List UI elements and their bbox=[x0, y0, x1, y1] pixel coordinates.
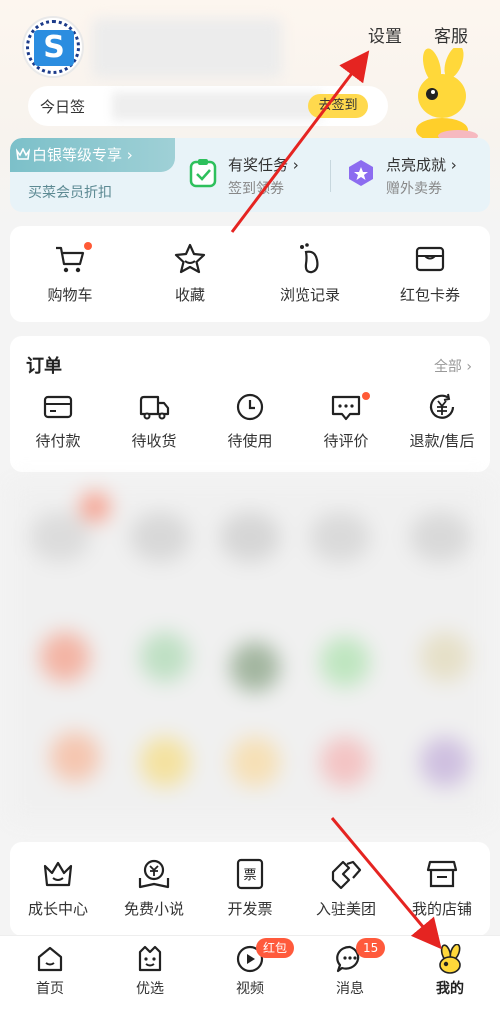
quick-item-label: 收藏 bbox=[174, 286, 205, 304]
video-redpacket-badge: 红包 bbox=[256, 938, 295, 958]
bottom-tab-bar: 首页 优选 红包 视频 15 消息 我的 bbox=[0, 935, 500, 1010]
service-item-label: 开发票 bbox=[227, 900, 273, 918]
checkin-text: 今日签 bbox=[40, 98, 86, 116]
checkin-blurred bbox=[112, 92, 322, 120]
achievements-title: 点亮成就 › bbox=[386, 156, 457, 174]
avatar[interactable]: S bbox=[22, 16, 84, 78]
order-item-label: 待收货 bbox=[131, 432, 177, 450]
select-icon bbox=[138, 945, 162, 972]
settings-link[interactable]: 设置 bbox=[368, 22, 402, 47]
services-card: 成长中心 免费小说 票 开发票 入驻美团 我的店铺 bbox=[10, 842, 490, 936]
svg-text:票: 票 bbox=[243, 868, 256, 883]
service-item-label: 我的店铺 bbox=[411, 900, 472, 918]
achievement-star-icon bbox=[349, 160, 373, 186]
free-novel-entry[interactable]: 免费小说 bbox=[106, 858, 202, 919]
refund-icon bbox=[429, 393, 455, 419]
quick-item-label: 浏览记录 bbox=[279, 286, 340, 304]
my-shop-entry[interactable]: 我的店铺 bbox=[394, 858, 490, 919]
mascot-kangaroo-icon bbox=[416, 48, 478, 142]
handshake-icon bbox=[331, 860, 362, 890]
order-item-label: 待付款 bbox=[35, 432, 81, 450]
review-red-dot bbox=[362, 392, 370, 400]
star-icon bbox=[174, 243, 206, 274]
service-item-label: 免费小说 bbox=[123, 900, 184, 918]
orders-title: 订单 bbox=[26, 356, 62, 377]
orders-all-link[interactable]: 全部 › bbox=[434, 356, 472, 376]
cart-red-dot bbox=[84, 242, 92, 250]
tab-select[interactable]: 优选 bbox=[100, 936, 200, 1010]
blurred-username bbox=[92, 18, 282, 78]
tab-label: 优选 bbox=[136, 981, 164, 997]
order-to-use[interactable]: 待使用 bbox=[202, 392, 298, 451]
vip-level-label: 白银等级专享 › bbox=[32, 146, 133, 164]
reward-tasks[interactable]: 有奖任务 › 签到领券 bbox=[186, 148, 326, 204]
coupon-icon bbox=[415, 246, 445, 272]
profile-icon bbox=[439, 944, 461, 974]
shop-icon bbox=[426, 860, 458, 888]
vip-divider bbox=[330, 160, 331, 192]
join-meituan-entry[interactable]: 入驻美团 bbox=[298, 858, 394, 919]
vip-bar: 白银等级专享 › 买菜会员折扣 有奖任务 › 签到领券 点亮成就 › 赠外卖券 bbox=[10, 138, 490, 212]
order-item-label: 退款/售后 bbox=[409, 432, 475, 450]
home-icon bbox=[37, 946, 63, 972]
invoice-icon: 票 bbox=[236, 858, 264, 890]
quick-item-label: 购物车 bbox=[47, 286, 93, 304]
messages-count-badge: 15 bbox=[356, 938, 386, 958]
truck-icon bbox=[139, 395, 170, 420]
history-entry[interactable]: 浏览记录 bbox=[250, 242, 370, 305]
vip-level-section[interactable]: 白银等级专享 › 买菜会员折扣 bbox=[10, 138, 175, 212]
comment-icon bbox=[331, 395, 361, 421]
customer-service-link[interactable]: 客服 bbox=[434, 22, 468, 47]
wallet-icon bbox=[43, 395, 73, 419]
order-to-review[interactable]: 待评价 bbox=[298, 392, 394, 451]
invoice-entry[interactable]: 票 开发票 bbox=[202, 858, 298, 919]
clock-icon bbox=[236, 393, 264, 421]
checkin-bar[interactable]: 今日签 去签到 bbox=[28, 86, 388, 126]
crown-icon bbox=[43, 861, 73, 887]
tab-label: 视频 bbox=[236, 981, 264, 997]
footprint-icon bbox=[300, 243, 319, 274]
tab-label: 首页 bbox=[36, 981, 64, 997]
tab-label: 我的 bbox=[436, 981, 464, 997]
tab-messages[interactable]: 15 消息 bbox=[300, 936, 400, 1010]
vip-level-sub: 买菜会员折扣 bbox=[28, 185, 112, 201]
vip-level-tag[interactable]: 白银等级专享 › bbox=[10, 138, 175, 172]
tab-home[interactable]: 首页 bbox=[0, 936, 100, 1010]
order-refund[interactable]: 退款/售后 bbox=[394, 392, 490, 451]
order-item-label: 待使用 bbox=[227, 432, 273, 450]
service-item-label: 成长中心 bbox=[27, 900, 88, 918]
quick-item-label: 红包卡券 bbox=[399, 286, 460, 304]
achievements-sub: 赠外卖券 bbox=[386, 181, 442, 197]
tab-profile[interactable]: 我的 bbox=[400, 936, 500, 1010]
service-item-label: 入驻美团 bbox=[315, 900, 376, 918]
favorites-entry[interactable]: 收藏 bbox=[130, 242, 250, 305]
reward-tasks-title: 有奖任务 › bbox=[228, 156, 299, 174]
tab-video[interactable]: 红包 视频 bbox=[200, 936, 300, 1010]
order-item-label: 待评价 bbox=[323, 432, 369, 450]
achievements[interactable]: 点亮成就 › 赠外卖券 bbox=[344, 148, 484, 204]
orders-card: 订单 全部 › 待付款 待收货 待使用 待评价 退款/售后 bbox=[10, 336, 490, 472]
avatar-logo-icon: S bbox=[34, 30, 74, 66]
order-pending-payment[interactable]: 待付款 bbox=[10, 392, 106, 451]
tab-label: 消息 bbox=[336, 981, 364, 997]
cart-icon bbox=[56, 246, 85, 273]
checkin-button[interactable]: 去签到 bbox=[308, 94, 368, 118]
cart-entry[interactable]: 购物车 bbox=[10, 242, 130, 305]
crown-icon bbox=[16, 148, 30, 160]
quick-access-card: 购物车 收藏 浏览记录 红包卡券 bbox=[10, 226, 490, 322]
coupons-entry[interactable]: 红包卡券 bbox=[370, 242, 490, 305]
reward-tasks-sub: 签到领券 bbox=[228, 181, 284, 197]
growth-center-entry[interactable]: 成长中心 bbox=[10, 858, 106, 919]
book-icon bbox=[138, 859, 170, 889]
blurred-recommendations bbox=[10, 482, 490, 822]
order-pending-receipt[interactable]: 待收货 bbox=[106, 392, 202, 451]
task-check-icon bbox=[189, 159, 217, 188]
